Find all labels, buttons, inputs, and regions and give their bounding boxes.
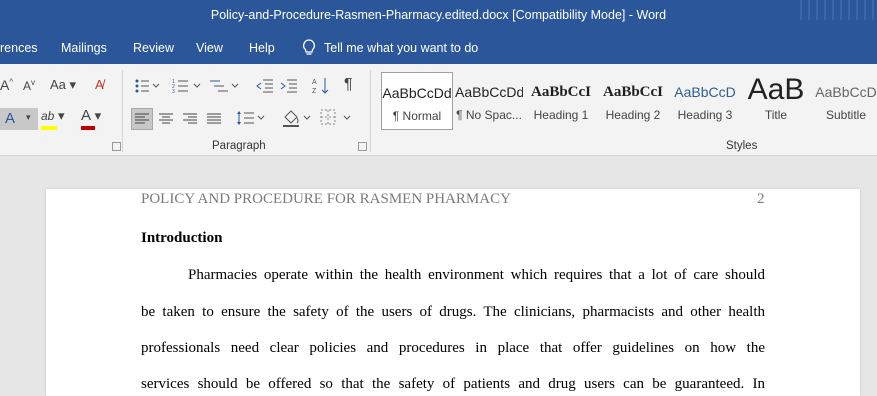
- sort-icon[interactable]: AZ: [312, 76, 330, 96]
- shading-icon[interactable]: [282, 108, 312, 128]
- group-separator: [122, 70, 123, 152]
- tab-mailings[interactable]: Mailings: [61, 41, 107, 55]
- body-line: Pharmacies operate within the health env…: [188, 267, 765, 283]
- font-dialog-launcher[interactable]: [112, 142, 121, 151]
- page-header-text: POLICY AND PROCEDURE FOR RASMEN PHARMACY: [141, 191, 511, 207]
- grow-font-button[interactable]: A^: [0, 77, 13, 93]
- body-line: services should be offered so that the s…: [141, 376, 765, 392]
- styles-group-label: Styles: [726, 140, 758, 152]
- font-color-button[interactable]: A ▾: [81, 107, 101, 130]
- style-heading-2[interactable]: AaBbCcI Heading 2: [599, 72, 667, 130]
- show-formatting-icon[interactable]: ¶: [344, 76, 353, 94]
- body-line: be taken to ensure the safety of the use…: [141, 304, 765, 320]
- shrink-font-button[interactable]: Av: [23, 78, 35, 93]
- ribbon: A^ Av Aa ▾ A̸ A ▾ ab ▾ A ▾ 123 AZ ¶ Para…: [0, 64, 877, 156]
- page-number: 2: [757, 191, 765, 207]
- paragraph-group-label: Paragraph: [212, 140, 266, 152]
- justify-icon[interactable]: [206, 111, 222, 127]
- svg-text:Z: Z: [312, 88, 317, 95]
- style-subtitle[interactable]: AaBbCcD Subtitle: [815, 72, 877, 130]
- borders-icon[interactable]: [320, 109, 352, 127]
- align-right-icon[interactable]: [182, 111, 198, 127]
- style-heading-1[interactable]: AaBbCcI Heading 1: [527, 72, 595, 130]
- bullets-icon[interactable]: [135, 78, 161, 94]
- tab-help[interactable]: Help: [249, 41, 275, 55]
- highlight-color-button[interactable]: ab ▾: [41, 108, 65, 130]
- group-separator: [370, 70, 371, 152]
- document-page[interactable]: [46, 189, 860, 396]
- section-heading: Introduction: [141, 230, 223, 246]
- title-pattern-decoration: [800, 0, 874, 20]
- lightbulb-icon: [303, 39, 315, 55]
- title-bar: Policy-and-Procedure-Rasmen-Pharmacy.edi…: [0, 0, 877, 34]
- body-line: professionals need clear policies and pr…: [141, 340, 765, 356]
- tab-view[interactable]: View: [196, 41, 223, 55]
- numbering-icon[interactable]: 123: [172, 78, 202, 94]
- increase-indent-icon[interactable]: [280, 78, 298, 94]
- style-normal[interactable]: AaBbCcDd ¶ Normal: [381, 72, 453, 130]
- style-heading-3[interactable]: AaBbCcD Heading 3: [671, 72, 739, 130]
- tell-me-box[interactable]: Tell me what you want to do: [302, 39, 478, 57]
- tell-me-input[interactable]: Tell me what you want to do: [324, 41, 478, 55]
- tab-review[interactable]: Review: [133, 41, 174, 55]
- tab-references[interactable]: rences: [0, 41, 38, 55]
- svg-text:A: A: [312, 79, 317, 86]
- line-spacing-icon[interactable]: [236, 109, 266, 127]
- multilevel-icon[interactable]: [210, 78, 240, 94]
- svg-text:3: 3: [172, 89, 175, 94]
- clear-formatting-icon[interactable]: A̸: [95, 77, 104, 92]
- ribbon-tabs: rences Mailings Review View Help Tell me…: [0, 34, 877, 64]
- style-no-spacing[interactable]: AaBbCcDd ¶ No Spac...: [455, 72, 523, 130]
- align-center-icon[interactable]: [158, 111, 174, 127]
- style-title[interactable]: AaB Title: [743, 72, 809, 130]
- paragraph-dialog-launcher[interactable]: [358, 142, 367, 151]
- window-title: Policy-and-Procedure-Rasmen-Pharmacy.edi…: [210, 8, 667, 22]
- text-effects-button[interactable]: A ▾: [0, 108, 38, 130]
- align-left-icon[interactable]: [131, 108, 153, 130]
- decrease-indent-icon[interactable]: [256, 78, 274, 94]
- change-case-button[interactable]: Aa ▾: [50, 77, 76, 93]
